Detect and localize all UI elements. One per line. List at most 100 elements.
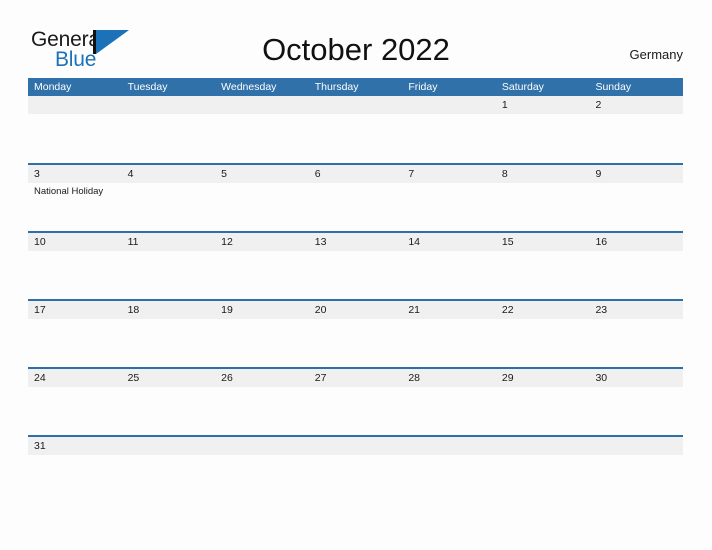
day-cell[interactable]: 25 — [122, 369, 216, 387]
day-event-cell[interactable] — [215, 251, 309, 299]
day-event-cell[interactable] — [496, 183, 590, 231]
day-event-cell[interactable] — [402, 251, 496, 299]
day-event-cell[interactable] — [402, 387, 496, 435]
day-event-cell[interactable] — [589, 455, 683, 495]
day-cell[interactable]: 26 — [215, 369, 309, 387]
day-cell[interactable]: 11 — [122, 233, 216, 251]
week-row: 3 4 5 6 7 8 9 National Holiday — [28, 163, 683, 231]
day-event-cell[interactable] — [122, 183, 216, 231]
day-event-cell[interactable] — [28, 455, 122, 495]
day-event-cell[interactable] — [402, 455, 496, 495]
day-cell[interactable] — [215, 437, 309, 455]
day-event-cell[interactable] — [589, 114, 683, 163]
day-event-cell[interactable] — [215, 387, 309, 435]
week-row: 1 2 — [28, 96, 683, 163]
day-event-cell[interactable] — [496, 387, 590, 435]
day-cell[interactable]: 19 — [215, 301, 309, 319]
day-event-cell[interactable] — [402, 183, 496, 231]
day-event-cell[interactable] — [402, 319, 496, 367]
day-cell[interactable] — [28, 96, 122, 114]
day-event-cell[interactable] — [122, 387, 216, 435]
day-cell[interactable] — [402, 96, 496, 114]
day-cell[interactable]: 28 — [402, 369, 496, 387]
day-event-cell[interactable] — [496, 251, 590, 299]
day-cell[interactable] — [402, 437, 496, 455]
day-event-cell[interactable] — [589, 183, 683, 231]
day-cell[interactable]: 13 — [309, 233, 403, 251]
day-event-cell[interactable] — [28, 319, 122, 367]
week-event-area — [28, 319, 683, 367]
day-event-cell[interactable] — [122, 319, 216, 367]
day-cell[interactable]: 24 — [28, 369, 122, 387]
week-date-band: 10 11 12 13 14 15 16 — [28, 233, 683, 251]
day-number: 18 — [127, 304, 140, 316]
day-event-cell[interactable] — [309, 183, 403, 231]
day-cell[interactable]: 29 — [496, 369, 590, 387]
day-cell[interactable]: 2 — [589, 96, 683, 114]
day-event-cell[interactable] — [496, 455, 590, 495]
day-event-cell[interactable] — [309, 114, 403, 163]
day-event-cell[interactable] — [496, 114, 590, 163]
day-event-cell[interactable] — [309, 455, 403, 495]
day-event-cell[interactable] — [28, 251, 122, 299]
day-cell[interactable]: 21 — [402, 301, 496, 319]
day-number: 24 — [34, 372, 46, 384]
day-cell[interactable]: 10 — [28, 233, 122, 251]
day-cell[interactable]: 14 — [402, 233, 496, 251]
day-cell[interactable]: 16 — [589, 233, 683, 251]
day-cell[interactable]: 3 — [28, 165, 122, 183]
day-number: 17 — [34, 304, 46, 316]
day-cell[interactable]: 31 — [28, 437, 122, 455]
day-cell[interactable] — [496, 437, 590, 455]
day-cell[interactable]: 12 — [215, 233, 309, 251]
week-event-area — [28, 251, 683, 299]
day-event-cell[interactable] — [215, 455, 309, 495]
day-cell[interactable]: 4 — [122, 165, 216, 183]
day-event-cell[interactable] — [496, 319, 590, 367]
week-row: 17 18 19 20 21 22 23 — [28, 299, 683, 367]
day-number: 14 — [408, 236, 420, 248]
day-event-cell[interactable] — [402, 114, 496, 163]
day-cell[interactable]: 7 — [402, 165, 496, 183]
day-cell[interactable] — [309, 437, 403, 455]
day-event-cell[interactable] — [215, 183, 309, 231]
day-cell[interactable] — [122, 96, 216, 114]
day-event-cell[interactable] — [589, 319, 683, 367]
day-event-cell[interactable] — [122, 114, 216, 163]
day-event-cell[interactable] — [122, 455, 216, 495]
day-cell[interactable]: 9 — [589, 165, 683, 183]
day-cell[interactable]: 22 — [496, 301, 590, 319]
day-event-cell[interactable] — [309, 319, 403, 367]
day-cell[interactable]: 18 — [122, 301, 216, 319]
day-cell[interactable]: 1 — [496, 96, 590, 114]
day-event-cell[interactable] — [215, 319, 309, 367]
page-masthead: General Blue October 2022 Germany — [0, 0, 712, 78]
day-cell[interactable]: 20 — [309, 301, 403, 319]
day-event-cell[interactable] — [589, 387, 683, 435]
day-event-cell[interactable]: National Holiday — [28, 183, 122, 231]
day-event-cell[interactable] — [309, 387, 403, 435]
day-event-cell[interactable] — [589, 251, 683, 299]
day-cell[interactable] — [122, 437, 216, 455]
day-cell[interactable]: 17 — [28, 301, 122, 319]
day-event-cell[interactable] — [215, 114, 309, 163]
day-event-cell[interactable] — [309, 251, 403, 299]
day-event-cell[interactable] — [28, 114, 122, 163]
day-number: 30 — [595, 372, 608, 384]
day-cell[interactable]: 23 — [589, 301, 683, 319]
day-cell[interactable]: 30 — [589, 369, 683, 387]
day-cell[interactable] — [215, 96, 309, 114]
day-cell[interactable]: 15 — [496, 233, 590, 251]
country-label: Germany — [629, 47, 683, 62]
general-blue-logo[interactable]: General Blue — [31, 29, 131, 71]
day-cell[interactable]: 5 — [215, 165, 309, 183]
day-cell[interactable]: 27 — [309, 369, 403, 387]
day-event-cell[interactable] — [122, 251, 216, 299]
day-cell[interactable]: 8 — [496, 165, 590, 183]
day-cell[interactable] — [589, 437, 683, 455]
day-event-cell[interactable] — [28, 387, 122, 435]
day-cell[interactable] — [309, 96, 403, 114]
day-cell[interactable]: 6 — [309, 165, 403, 183]
event-label: National Holiday — [34, 186, 104, 197]
day-number: 1 — [501, 99, 508, 111]
